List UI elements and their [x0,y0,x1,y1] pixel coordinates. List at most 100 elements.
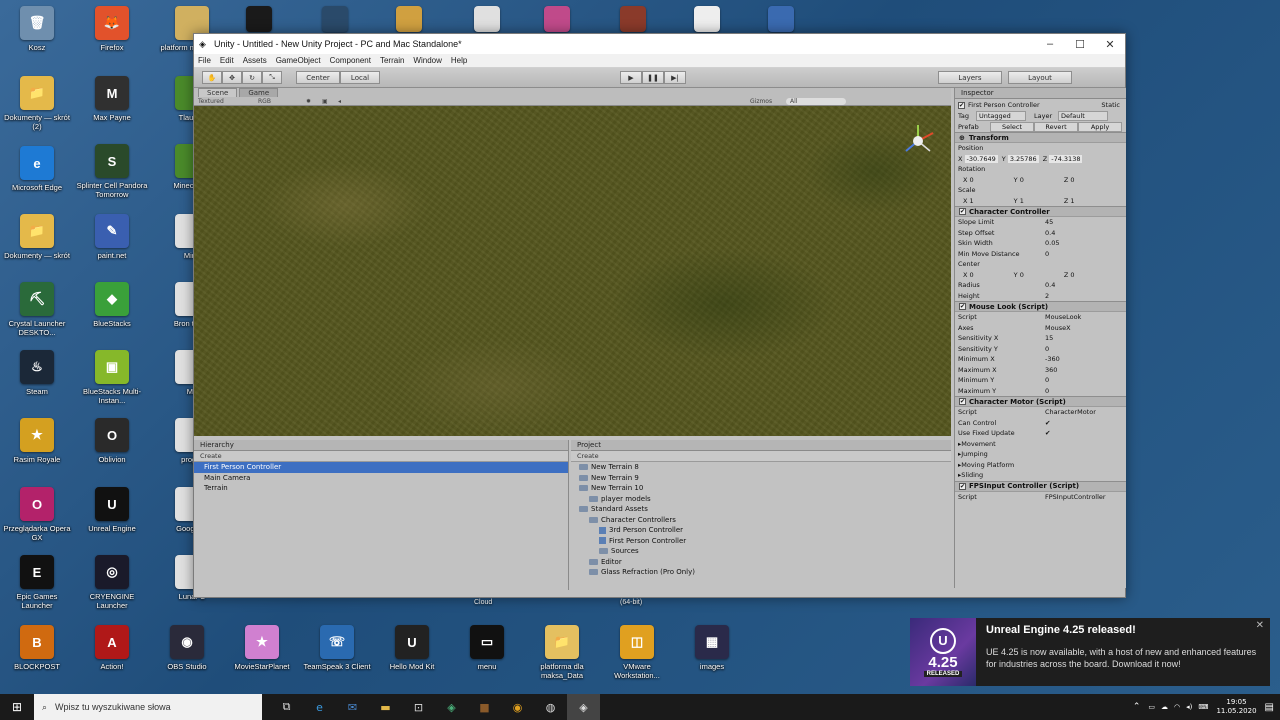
chrome-taskbar-icon[interactable]: ◉ [501,694,534,720]
scale-z-field[interactable]: Z 1 [1064,197,1075,205]
foldout-item[interactable]: ▸ Sliding [955,470,1126,481]
notifications-icon[interactable]: ▤ [1265,702,1274,713]
transform-component-header[interactable]: ⊕ Transform [955,132,1126,143]
scene-view[interactable] [194,106,951,436]
menu-terrain[interactable]: Terrain [380,56,404,65]
desktop-icon[interactable]: ▦ images [675,625,749,671]
desktop-icon[interactable]: ⛏ Crystal Launcher DESKTO... [0,282,74,337]
app-taskbar-icon[interactable]: ◈ [435,694,468,720]
field-value[interactable]: 0.4 [1045,281,1055,289]
rotation-x-field[interactable]: X 0 [963,176,974,184]
desktop-icon[interactable]: ✎ paint.net [75,214,149,260]
field-value[interactable]: 0.05 [1045,239,1059,247]
desktop-icon[interactable]: U Unreal Engine [75,487,149,533]
desktop-icon[interactable]: 📁 platforma dla maksa_Data [525,625,599,680]
project-item[interactable]: Glass Refraction (Pro Only) [571,567,951,578]
field-value[interactable]: 360 [1045,366,1057,374]
step-button[interactable]: ▶| [664,71,686,84]
desktop-icon[interactable]: S Splinter Cell Pandora Tomorrow [75,144,149,199]
object-active-checkbox[interactable]: ✔ [958,101,965,109]
desktop-icon[interactable]: ▭ menu [450,625,524,671]
render-mode-dropdown[interactable]: RGB [258,98,306,105]
scene-search-input[interactable]: All [786,98,846,105]
scale-y-field[interactable]: Y 1 [1014,197,1024,205]
center-z-field[interactable]: Z 0 [1064,271,1075,279]
field-value[interactable]: MouseLook [1045,313,1081,321]
lighting-toggle-icon[interactable]: ✹ [306,98,322,105]
project-item[interactable]: New Terrain 9 [571,473,951,484]
field-value[interactable]: 0 [1045,250,1049,258]
field-value[interactable]: -360 [1045,355,1060,363]
field-value[interactable]: 2 [1045,292,1049,300]
rotate-tool-icon[interactable]: ↻ [242,71,262,84]
task-view-icon[interactable]: ⧉ [270,694,303,720]
scale-x-field[interactable]: X 1 [963,197,974,205]
tray-chevron-icon[interactable]: ⌃ [1133,702,1141,712]
toast-close-icon[interactable]: ✕ [1256,620,1264,631]
object-name-field[interactable]: First Person Controller [968,101,1040,109]
prefab-apply-button[interactable]: Apply [1078,121,1122,132]
minimize-button[interactable]: – [1035,38,1065,51]
desktop-icon[interactable] [246,6,272,32]
field-value[interactable]: ✔ [1045,419,1050,427]
center-x-field[interactable]: X 0 [963,271,974,279]
desktop-icon[interactable]: ☏ TeamSpeak 3 Client [300,625,374,671]
field-value[interactable]: ✔ [1045,429,1050,437]
hierarchy-item-first-person-controller[interactable]: First Person Controller [194,462,568,473]
project-item[interactable]: 3rd Person Controller [571,525,951,536]
project-item[interactable]: Editor [571,557,951,568]
rotation-y-field[interactable]: Y 0 [1014,176,1024,184]
audio-toggle-icon[interactable]: ◂ [338,98,354,105]
layout-dropdown[interactable]: Layout [1008,71,1072,84]
desktop-icon[interactable]: 🗑 Kosz [0,6,74,52]
play-button[interactable]: ▶ [620,71,642,84]
menu-component[interactable]: Component [330,56,371,65]
desktop-icon[interactable]: 📁 Dokumenty — skrót [0,214,74,260]
scale-tool-icon[interactable]: ⤡ [262,71,282,84]
language-icon[interactable]: ⌨ [1198,703,1208,711]
desktop-icon[interactable]: M Max Payne [75,76,149,122]
menu-file[interactable]: File [198,56,211,65]
desktop-icon[interactable] [322,6,348,32]
project-item[interactable]: player models [571,494,951,505]
menu-gameobject[interactable]: GameObject [276,56,321,65]
onedrive-icon[interactable]: ☁ [1161,703,1168,711]
desktop-icon[interactable] [694,6,720,32]
wifi-icon[interactable]: ◠ [1174,703,1180,711]
desktop-icon[interactable] [474,6,500,32]
desktop-icon[interactable]: A Action! [75,625,149,671]
fps-input-header[interactable]: ✔ FPSInput Controller (Script) [955,480,1126,492]
edge-taskbar-icon[interactable]: e [303,694,336,720]
desktop-icon[interactable] [544,6,570,32]
desktop-icon[interactable]: ◎ CRYENGINE Launcher [75,555,149,610]
desktop-icon[interactable] [396,6,422,32]
field-value[interactable]: 45 [1045,218,1053,226]
desktop-icon[interactable]: E Epic Games Launcher [0,555,74,610]
character-controller-checkbox[interactable]: ✔ [959,208,966,215]
hand-tool-icon[interactable]: ✋ [202,71,222,84]
character-controller-header[interactable]: ✔ Character Controller [955,206,1126,217]
unity-taskbar-icon[interactable]: ◈ [567,694,600,720]
project-item[interactable]: First Person Controller [571,536,951,547]
explorer-taskbar-icon[interactable]: ▬ [369,694,402,720]
prefab-select-button[interactable]: Select [990,121,1034,132]
position-y-field[interactable]: Y 3.25786 [1002,154,1039,163]
desktop-icon[interactable]: e Microsoft Edge [0,146,74,192]
field-value[interactable]: 15 [1045,334,1053,342]
character-motor-checkbox[interactable]: ✔ [959,398,966,405]
project-item[interactable]: Standard Assets [571,504,951,515]
desktop-icon[interactable]: ◆ BlueStacks [75,282,149,328]
fps-input-checkbox[interactable]: ✔ [959,482,966,490]
desktop-icon[interactable] [620,6,646,32]
mail-taskbar-icon[interactable]: ✉ [336,694,369,720]
desktop-icon[interactable]: ♨ Steam [0,350,74,396]
foldout-item[interactable]: ▸ Moving Platform [955,460,1126,471]
taskbar-search-input[interactable]: ⌕ Wpisz tu wyszukiwane słowa [34,694,262,720]
menu-window[interactable]: Window [413,56,441,65]
network-icon[interactable]: ▭ [1148,703,1155,711]
desktop-icon[interactable]: O Oblivion [75,418,149,464]
project-item[interactable]: Sources [571,546,951,557]
desktop-icon[interactable]: 📁 Dokumenty — skrót (2) [0,76,74,131]
menu-assets[interactable]: Assets [243,56,267,65]
foldout-item[interactable]: ▸ Jumping [955,449,1126,460]
